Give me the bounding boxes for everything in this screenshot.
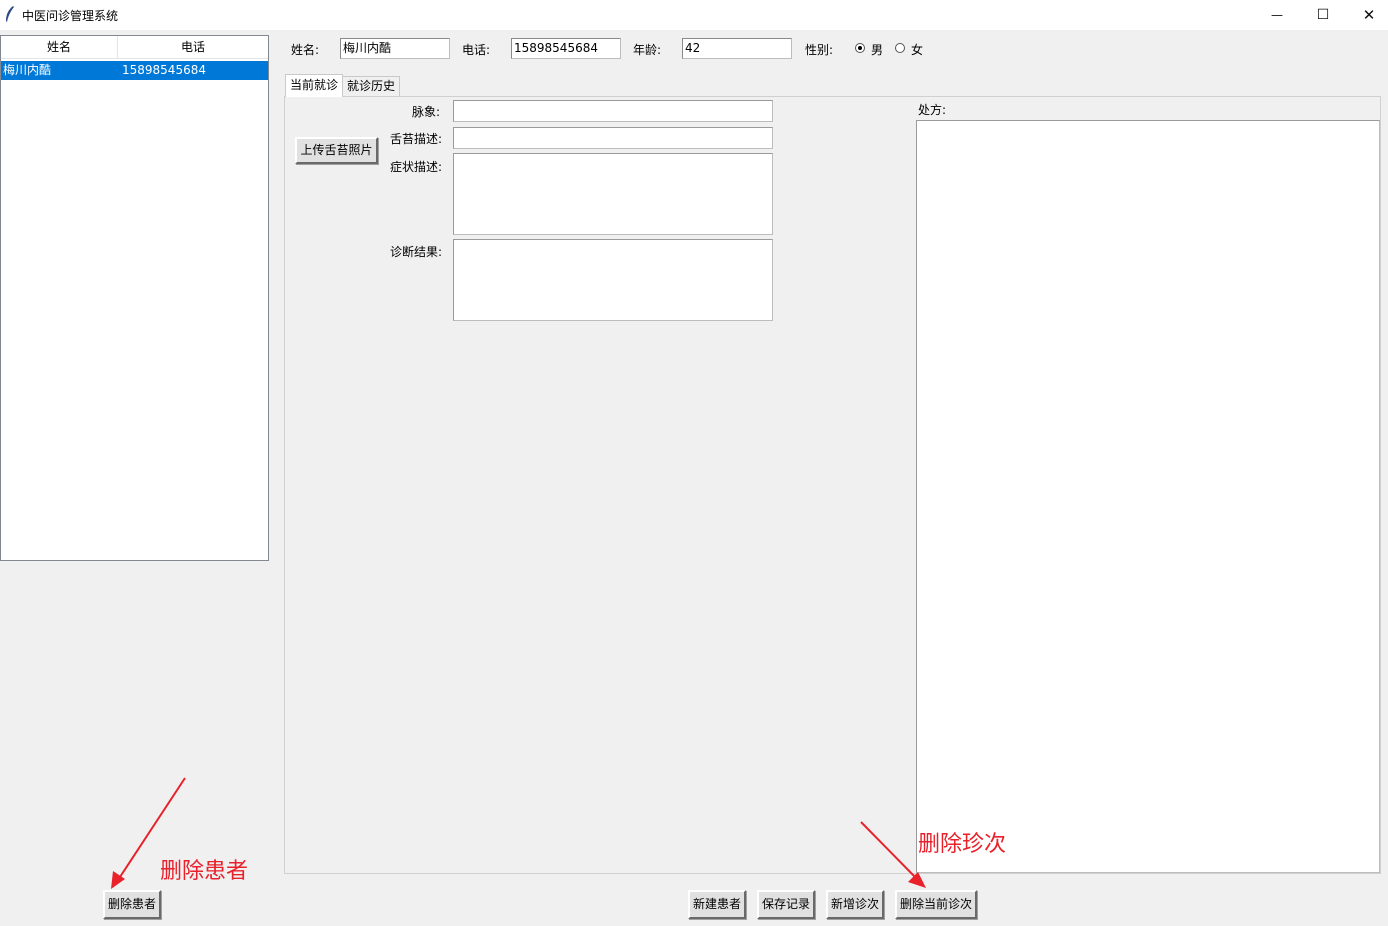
annotation-delete-visit: 删除珍次 [918,832,1007,857]
annotation-delete-patient: 删除患者 [160,859,249,884]
annotation-arrows [111,777,926,889]
arrow-to-delete-visit [860,821,926,888]
tab-current-visit[interactable]: 当前就诊 [285,74,344,97]
